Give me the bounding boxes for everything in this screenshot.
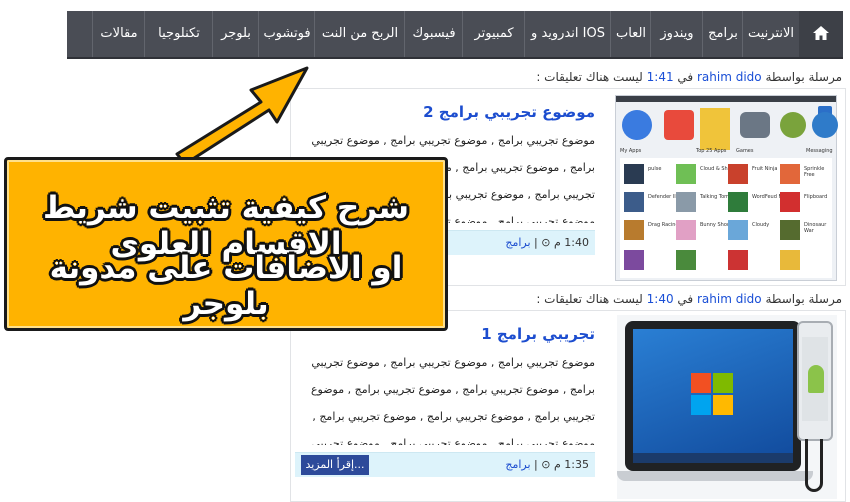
app-icon bbox=[624, 220, 644, 240]
category-link[interactable]: برامج bbox=[505, 236, 530, 249]
apps-grid-icon bbox=[664, 110, 694, 140]
home-icon bbox=[813, 26, 829, 40]
nav-item-technology[interactable]: تكنلوجيا bbox=[144, 11, 213, 57]
windows-logo-green bbox=[713, 373, 733, 393]
footer-time: 1:35 م bbox=[553, 458, 589, 471]
nav-item-android-ios[interactable]: اندرويد و IOS bbox=[524, 11, 611, 57]
post-meta: مرسلة بواسطة rahim dido في 1:41 ليست هنا… bbox=[536, 70, 842, 84]
games-icon bbox=[740, 112, 770, 138]
app-icon bbox=[728, 164, 748, 184]
store-label-messaging: Messaging bbox=[806, 148, 833, 154]
app-icon bbox=[780, 220, 800, 240]
banner-line-2: او الاضافات على مدونة بلوجر bbox=[49, 250, 403, 322]
nav-item-games[interactable]: العاب bbox=[610, 11, 651, 57]
laptop-screen bbox=[625, 321, 801, 471]
windows-logo-yellow bbox=[713, 395, 733, 415]
nav-item-computer[interactable]: كمبيوتر bbox=[462, 11, 525, 57]
post-meta: مرسلة بواسطة rahim dido في 1:40 ليست هنا… bbox=[536, 292, 842, 306]
nav-item-photoshop[interactable]: فوتشوب bbox=[258, 11, 315, 57]
author-link[interactable]: rahim dido bbox=[697, 292, 762, 306]
phone-screen bbox=[802, 337, 828, 421]
app-icon bbox=[780, 250, 800, 270]
clock-icon: ⊙ bbox=[541, 458, 551, 471]
post-footer-info: 1:35 م ⊙ | برامج bbox=[505, 458, 589, 471]
post-thumbnail[interactable] bbox=[617, 315, 837, 499]
top-nav-bar: الانترنيت برامج ويندوز العاب اندرويد و I… bbox=[67, 11, 843, 59]
tutorial-banner: شرح كيفية تثبيت شريط الاقسام العلوى او ا… bbox=[4, 157, 448, 331]
app-name: Flipboard bbox=[804, 194, 828, 200]
meta-in: في bbox=[677, 292, 694, 306]
category-link[interactable]: برامج bbox=[505, 458, 530, 471]
app-name: Dinosaur War bbox=[804, 222, 827, 234]
app-icon bbox=[676, 164, 696, 184]
app-icon bbox=[728, 220, 748, 240]
post-title[interactable]: تجريبي برامج 1 bbox=[481, 325, 595, 343]
app-name: pulse bbox=[648, 166, 662, 172]
app-name: Fruit Ninja bbox=[752, 166, 778, 172]
taskbar bbox=[633, 453, 793, 463]
top-apps-icon bbox=[700, 108, 730, 150]
android-robot-icon bbox=[808, 365, 824, 393]
post-footer-info: 1:40 م ⊙ | برامج bbox=[505, 236, 589, 249]
store-label-top-apps: Top 25 Apps bbox=[696, 148, 727, 154]
share-icon bbox=[780, 112, 806, 138]
nav-item-internet[interactable]: الانترنيت bbox=[742, 11, 799, 57]
meta-in: في bbox=[677, 70, 694, 84]
nav-item-make-money[interactable]: الربح من النت bbox=[314, 11, 405, 57]
app-name: Sprinkle Free bbox=[804, 166, 825, 178]
clock-icon: ⊙ bbox=[541, 236, 551, 249]
laptop-base bbox=[617, 471, 813, 481]
app-name: Drag Racing bbox=[648, 222, 679, 228]
app-icon bbox=[780, 192, 800, 212]
meta-prefix: مرسلة بواسطة bbox=[765, 70, 842, 84]
messaging-icon bbox=[812, 112, 838, 138]
post-card: تجريبي برامج 1 موضوع تجريبي برامج , موضو… bbox=[290, 310, 846, 502]
app-icon bbox=[728, 250, 748, 270]
post-time-link[interactable]: 1:40 bbox=[647, 292, 674, 306]
app-icon bbox=[728, 192, 748, 212]
author-link[interactable]: rahim dido bbox=[697, 70, 762, 84]
meta-prefix: مرسلة بواسطة bbox=[765, 292, 842, 306]
windows-logo-red bbox=[691, 373, 711, 393]
app-icon bbox=[676, 192, 696, 212]
nav-item-windows[interactable]: ويندوز bbox=[650, 11, 703, 57]
windows-logo-blue bbox=[691, 395, 711, 415]
store-label-my-apps: My Apps bbox=[620, 148, 642, 154]
read-more-button[interactable]: إقرأ المزيد... bbox=[301, 455, 369, 475]
post-thumbnail[interactable]: My Apps Top 25 Apps Games Messaging puls… bbox=[615, 95, 838, 281]
app-grid: pulse Cloud & Sheep Fruit Ninja Sprinkle… bbox=[620, 158, 832, 278]
nav-item-facebook[interactable]: فيسبوك bbox=[404, 11, 463, 57]
post-footer: 1:35 م ⊙ | برامج إقرأ المزيد... bbox=[295, 452, 595, 477]
app-icon bbox=[676, 220, 696, 240]
store-label-games: Games bbox=[736, 148, 754, 154]
app-icon bbox=[624, 164, 644, 184]
nav-home-button[interactable] bbox=[799, 11, 843, 57]
phone bbox=[797, 321, 833, 441]
nav-item-programs[interactable]: برامج bbox=[702, 11, 743, 57]
comments-link[interactable]: ليست هناك تعليقات : bbox=[536, 292, 643, 306]
usb-cable bbox=[805, 439, 823, 492]
app-name: Defender II bbox=[648, 194, 676, 200]
footer-time: 1:40 م bbox=[553, 236, 589, 249]
post-title[interactable]: موضوع تجريبي برامج 2 bbox=[423, 103, 595, 121]
nav-item-blogger[interactable]: بلوجر bbox=[212, 11, 259, 57]
app-icon bbox=[676, 250, 696, 270]
app-icon bbox=[780, 164, 800, 184]
post-time-link[interactable]: 1:41 bbox=[647, 70, 674, 84]
my-apps-icon bbox=[622, 110, 652, 140]
comments-link[interactable]: ليست هناك تعليقات : bbox=[536, 70, 643, 84]
app-icon bbox=[624, 192, 644, 212]
app-name: Cloudy bbox=[752, 222, 770, 228]
windows-desktop bbox=[633, 329, 793, 463]
nav-item-articles[interactable]: مقالات bbox=[92, 11, 145, 57]
app-icon bbox=[624, 250, 644, 270]
store-category-row bbox=[620, 108, 838, 152]
thumb-topbar bbox=[616, 96, 836, 102]
post-excerpt: موضوع تجريبي برامج , موضوع تجريبي برامج … bbox=[310, 356, 595, 445]
arrow-pointer-icon bbox=[175, 66, 309, 166]
